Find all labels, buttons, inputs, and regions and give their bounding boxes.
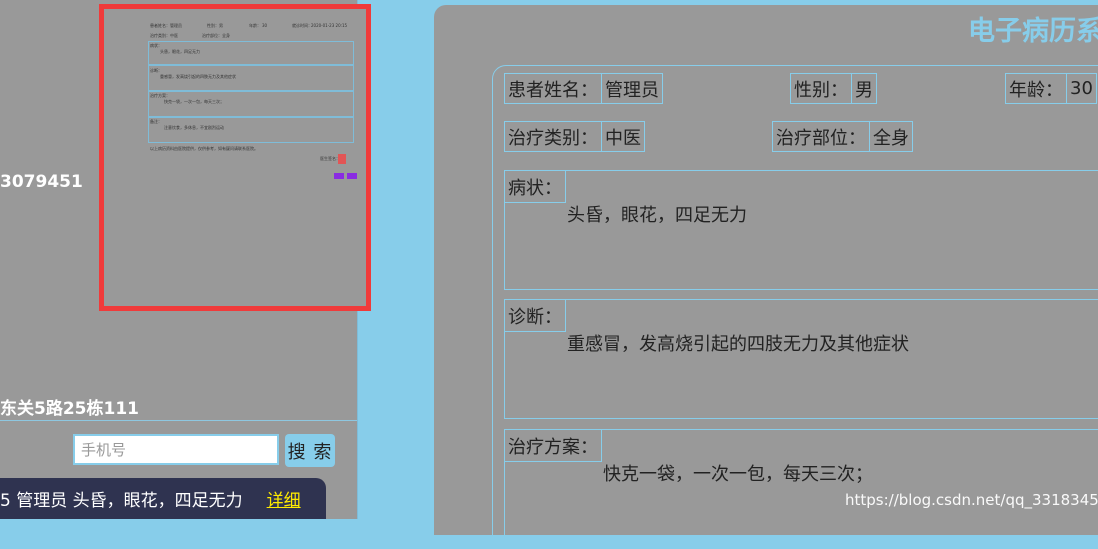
age-label: 年龄： (1005, 73, 1067, 104)
gender-field: 性别： 男 (790, 73, 877, 104)
thumb-age: 30 (262, 23, 268, 28)
record-preview-thumbnail[interactable]: 患者姓名： 管理员 性别： 男 年龄： 30 就诊时间： 2020-01-23 … (99, 4, 371, 311)
divider (0, 420, 357, 421)
thumb-site-label: 治疗部位： (202, 33, 222, 38)
watermark-text: https://blog.csdn.net/qq_33183456 (845, 491, 1098, 509)
patient-name-field: 患者姓名： 管理员 (504, 73, 663, 104)
patient-name-value: 管理员 (602, 73, 663, 104)
treatment-site-value: 全身 (870, 121, 913, 152)
detail-link[interactable]: 详细 (267, 486, 301, 511)
treatment-type-label: 治疗类别： (504, 121, 602, 152)
patient-name-label: 患者姓名： (504, 73, 602, 104)
thumb-type: 中医 (170, 33, 178, 38)
thumb-back-button (347, 173, 357, 179)
thumb-name-label: 患者姓名： (150, 23, 170, 28)
treatment-type-field: 治疗类别： 中医 (504, 121, 645, 152)
medical-record-panel: 电子病历系统 患者姓名： 管理员 性别： 男 年龄： 30 治疗类别： 中医 治… (434, 5, 1098, 549)
age-value: 30 (1067, 73, 1097, 104)
app-title: 电子病历系统 (968, 16, 1098, 47)
diagnosis-section: 诊断： 重感冒，发高烧引起的四肢无力及其他症状 (504, 299, 1098, 419)
gender-value: 男 (852, 73, 877, 104)
thumb-gender-label: 性别： (207, 23, 219, 28)
thumb-gender: 男 (219, 23, 223, 28)
thumb-remark-text: 注意饮食，多休息，不宜剧烈运动 (164, 125, 224, 130)
thumb-remark-label: 备注： (150, 119, 162, 124)
thumb-date: 2020-01-23 20:15 (311, 23, 348, 28)
symptom-label: 病状： (505, 171, 566, 203)
thumbnail-content: 患者姓名： 管理员 性别： 男 年龄： 30 就诊时间： 2020-01-23 … (104, 9, 366, 306)
thumb-symptom-text: 头昏，眼花，四足无力 (160, 49, 200, 54)
treatment-plan-section: 治疗方案： 快克一袋，一次一包，每天三次； (504, 429, 1098, 549)
treatment-plan-text: 快克一袋，一次一包，每天三次； (603, 464, 873, 485)
address-text: 东关5路25栋111 (0, 399, 139, 419)
thumb-treatment-text: 快克一袋，一次一包，每天三次； (164, 99, 224, 104)
treatment-site-label: 治疗部位： (772, 121, 870, 152)
phone-search-input[interactable] (73, 434, 279, 465)
treatment-type-value: 中医 (602, 121, 645, 152)
thumb-site: 全身 (222, 33, 230, 38)
thumb-age-label: 年龄： (249, 23, 261, 28)
diagnosis-text: 重感冒，发高烧引起的四肢无力及其他症状 (567, 334, 909, 355)
thumb-seal-icon (338, 154, 346, 164)
diagnosis-label: 诊断： (505, 300, 566, 332)
search-result-row: 5 管理员 头昏，眼花，四足无力 详细 (0, 478, 326, 519)
symptom-section: 病状： 头昏，眼花，四足无力 (504, 170, 1098, 290)
gender-label: 性别： (790, 73, 852, 104)
thumb-name: 管理员 (170, 23, 182, 28)
symptom-text: 头昏，眼花，四足无力 (567, 205, 747, 226)
treatment-site-field: 治疗部位： 全身 (772, 121, 913, 152)
age-field: 年龄： 30 (1005, 73, 1097, 104)
thumb-print-button (334, 173, 344, 179)
phone-number-text: 3079451 (0, 172, 83, 192)
search-button[interactable]: 搜 索 (285, 434, 335, 467)
thumb-diagnosis-text: 重感冒，发高烧引起的四肢无力及其他症状 (160, 74, 236, 79)
treatment-plan-label: 治疗方案： (505, 430, 602, 462)
result-summary: 5 管理员 头昏，眼花，四足无力 (0, 491, 243, 511)
thumb-type-label: 治疗类别： (150, 33, 170, 38)
thumb-sign-label: 医生签名： (320, 156, 340, 161)
thumb-date-label: 就诊时间： (292, 23, 312, 28)
thumb-footer-text: 以上病历资料由医院提供，仅供参考，如有疑问请联系医院。 (150, 146, 258, 151)
